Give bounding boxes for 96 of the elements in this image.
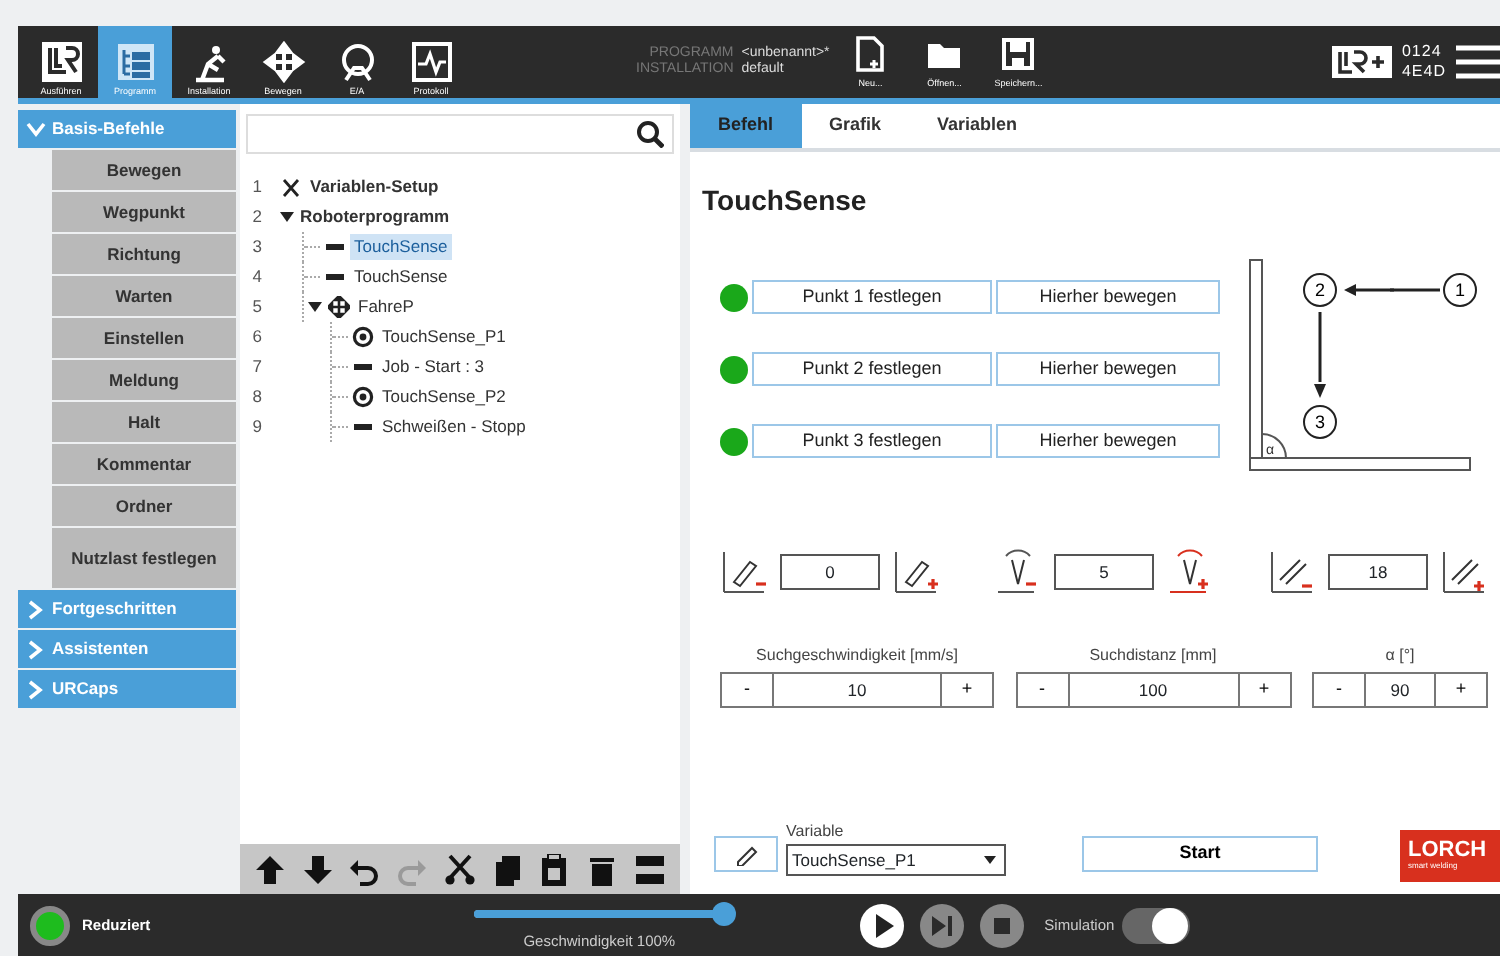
mode-indicator-icon[interactable] xyxy=(30,905,70,945)
command-item[interactable]: Einstellen xyxy=(52,318,236,358)
line-number: 1 xyxy=(250,174,264,200)
caret-icon xyxy=(984,856,996,864)
target-icon xyxy=(352,326,374,348)
target-icon xyxy=(352,386,374,408)
tab[interactable]: Grafik xyxy=(801,104,910,148)
step-circle: 3 xyxy=(1303,405,1337,439)
command-item[interactable]: Wegpunkt xyxy=(52,192,236,232)
set-point-button[interactable]: Punkt 2 festlegen xyxy=(752,352,992,386)
command-item[interactable]: Nutzlast festlegen xyxy=(52,528,236,588)
variable-dropdown[interactable]: TouchSense_P1 xyxy=(786,844,1006,876)
line-number: 3 xyxy=(250,234,264,260)
tab[interactable]: Variablen xyxy=(909,104,1046,148)
torch-weave-minus-icon[interactable] xyxy=(994,548,1042,596)
torch-weave-plus-icon[interactable] xyxy=(1166,548,1214,596)
toolbar-button[interactable] xyxy=(491,853,524,885)
stop-button[interactable] xyxy=(980,903,1025,947)
field-label: α [°] xyxy=(1383,644,1417,668)
copy-icon xyxy=(491,853,524,885)
torch-angle-plus-icon[interactable] xyxy=(1440,548,1488,596)
arrow-down-icon xyxy=(1314,312,1326,398)
line-number: 6 xyxy=(250,324,264,350)
program-tree-icon xyxy=(113,39,157,83)
tree-node[interactable]: TouchSense_P2 xyxy=(378,384,510,410)
pencil-icon xyxy=(734,842,758,866)
command-title: TouchSense xyxy=(702,182,869,220)
field-label: Suchdistanz [mm] xyxy=(1087,644,1219,668)
value-field[interactable]: 5 xyxy=(1054,554,1154,590)
line-number: 2 xyxy=(250,204,264,230)
toolbar-button[interactable] xyxy=(253,853,286,885)
logo-icon xyxy=(39,39,83,83)
expand-triangle-icon[interactable] xyxy=(306,298,324,316)
line-number: 4 xyxy=(250,264,264,290)
value-field[interactable]: 18 xyxy=(1328,554,1428,590)
urplus-logo-icon[interactable] xyxy=(1329,44,1394,80)
tree-node[interactable]: Job - Start : 3 xyxy=(378,354,489,380)
serial-code: 0124 xyxy=(1401,41,1444,62)
toolbar-button[interactable] xyxy=(301,853,334,885)
tab[interactable]: Befehl xyxy=(690,104,802,148)
line-number: 9 xyxy=(250,414,264,440)
arrow-left-icon xyxy=(1344,284,1440,296)
clipboard-icon xyxy=(538,853,571,885)
line-number: 8 xyxy=(250,384,264,410)
slider-thumb[interactable] xyxy=(712,901,737,926)
command-item[interactable]: Kommentar xyxy=(52,444,236,484)
toolbar-button[interactable] xyxy=(634,853,666,885)
tree-node[interactable]: Variablen-Setup xyxy=(306,174,443,200)
command-item[interactable]: Halt xyxy=(52,402,236,442)
tree-node[interactable]: TouchSense_P1 xyxy=(378,324,510,350)
torch-angle-minus-icon[interactable] xyxy=(1268,548,1316,596)
toolbar-button[interactable] xyxy=(538,853,571,885)
step-button[interactable] xyxy=(920,903,965,947)
move-here-button[interactable]: Hierher bewegen xyxy=(996,424,1220,458)
menu-icon[interactable] xyxy=(1456,42,1500,82)
tree-node[interactable]: TouchSense xyxy=(350,264,452,290)
edit-button[interactable] xyxy=(714,836,778,872)
command-item[interactable]: Richtung xyxy=(52,234,236,274)
step-circle: 2 xyxy=(1303,273,1337,307)
command-item[interactable]: Warten xyxy=(52,276,236,316)
start-button[interactable]: Start xyxy=(1082,836,1318,872)
trash-icon xyxy=(586,853,619,885)
move-here-button[interactable]: Hierher bewegen xyxy=(996,280,1220,314)
suppress-icon xyxy=(634,853,666,885)
command-item[interactable]: Ordner xyxy=(52,486,236,526)
play-button[interactable] xyxy=(860,903,905,947)
toolbar-button[interactable] xyxy=(586,853,619,885)
arrow-down-icon xyxy=(301,853,334,885)
serial-code: 4E4D xyxy=(1401,62,1446,83)
torch-offset-minus-icon[interactable] xyxy=(720,548,768,596)
log-chart-icon xyxy=(409,39,453,83)
value-field[interactable]: 0 xyxy=(780,554,880,590)
search-field[interactable] xyxy=(246,114,674,154)
field-label: Suchgeschwindigkeit [mm/s] xyxy=(754,644,960,668)
arrow-up-icon xyxy=(253,853,286,885)
set-point-button[interactable]: Punkt 1 festlegen xyxy=(752,280,992,314)
variable-x-icon xyxy=(280,176,302,198)
step-circle: 1 xyxy=(1443,273,1477,307)
tree-node[interactable]: Schweißen - Stopp xyxy=(378,414,530,440)
chevron-down-icon xyxy=(26,119,46,139)
toolbar-button[interactable] xyxy=(443,853,476,885)
line-number: 7 xyxy=(250,354,264,380)
simulation-toggle[interactable] xyxy=(1122,907,1191,943)
tree-node[interactable]: FahreP xyxy=(354,294,418,320)
set-point-button[interactable]: Punkt 3 festlegen xyxy=(752,424,992,458)
command-item[interactable]: Meldung xyxy=(52,360,236,400)
command-item[interactable]: Bewegen xyxy=(52,150,236,190)
line-number: 5 xyxy=(250,294,264,320)
tree-node[interactable]: TouchSense xyxy=(350,234,452,260)
move-here-button[interactable]: Hierher bewegen xyxy=(996,352,1220,386)
scissors-icon xyxy=(443,853,476,885)
field-label: Variable xyxy=(786,820,846,844)
expand-triangle-icon[interactable] xyxy=(278,208,296,226)
search-icon xyxy=(636,120,664,148)
torch-offset-plus-icon[interactable] xyxy=(892,548,940,596)
tree-node[interactable]: Roboterprogramm xyxy=(296,204,454,230)
